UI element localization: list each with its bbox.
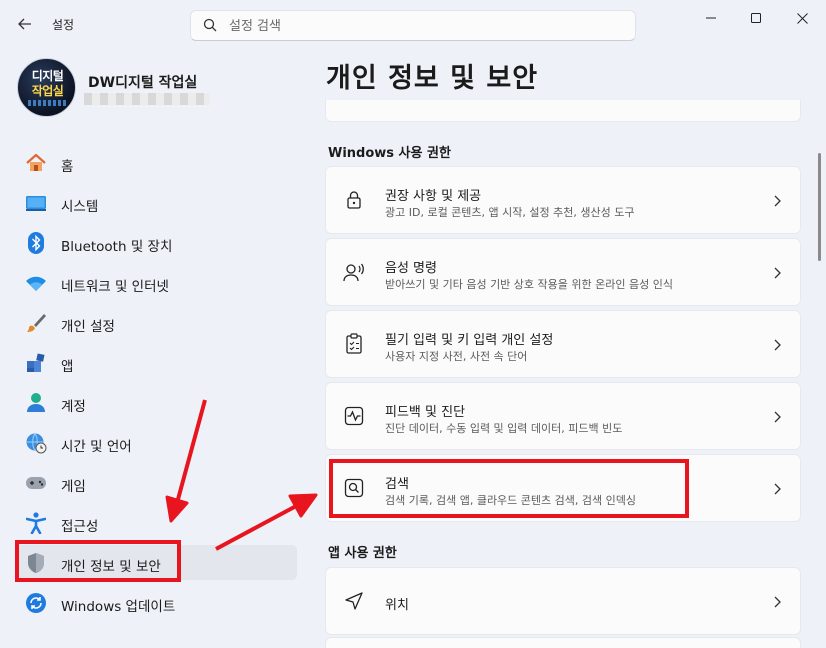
annotation-highlight-box	[15, 540, 181, 582]
profile-name: DW디지털 작업실	[88, 75, 198, 91]
back-button[interactable]	[10, 10, 40, 38]
arrow-left-icon	[18, 18, 31, 30]
brush-icon	[25, 312, 47, 334]
accessibility-icon	[25, 512, 47, 534]
card-title: 권장 사항 및 제공	[385, 189, 482, 204]
sidebar-item-system[interactable]: 시스템	[16, 185, 297, 220]
search-input[interactable]	[229, 16, 619, 36]
maximize-icon	[751, 13, 761, 23]
chevron-right-icon	[774, 267, 781, 279]
scrollbar-thumb[interactable]	[818, 153, 821, 261]
home-icon	[25, 152, 47, 174]
sidebar-item-bluetooth[interactable]: Bluetooth 및 장치	[16, 225, 297, 260]
search-icon	[203, 18, 217, 32]
avatar[interactable]: 디지털 작업실	[17, 58, 76, 117]
lock-icon	[343, 189, 365, 211]
profile-email-redacted	[84, 93, 210, 105]
sidebar-item-apps[interactable]: 앱	[16, 345, 297, 380]
close-icon	[796, 12, 808, 24]
settings-item-speech[interactable]: 음성 명령 받아쓰기 및 기타 음성 기반 상호 작용을 위한 온라인 음성 인…	[325, 238, 801, 306]
sidebar-item-label: 홈	[61, 159, 74, 175]
sidebar-item-windows-update[interactable]: Windows 업데이트	[16, 585, 297, 620]
voice-icon	[343, 261, 365, 283]
settings-item-inking-typing[interactable]: 필기 입력 및 키 입력 개인 설정 사용자 지정 사전, 사전 속 단어	[325, 310, 801, 378]
monitor-icon	[25, 192, 47, 214]
sidebar-item-gaming[interactable]: 게임	[16, 465, 297, 500]
sidebar-item-label: 네트워크 및 인터넷	[61, 279, 169, 295]
avatar-decoration	[28, 100, 67, 106]
sidebar-item-time-language[interactable]: 시간 및 언어	[16, 425, 297, 460]
sidebar-item-label: 계정	[61, 399, 86, 415]
globe-clock-icon	[25, 432, 47, 454]
sidebar-item-accounts[interactable]: 계정	[16, 385, 297, 420]
gamepad-icon	[25, 472, 47, 494]
clipboard-icon	[343, 333, 365, 355]
sidebar-item-home[interactable]: 홈	[16, 145, 297, 180]
title-bar: 설정	[0, 0, 826, 48]
minimize-button[interactable]	[688, 4, 734, 32]
sidebar-item-label: 시간 및 언어	[61, 439, 132, 455]
sidebar-item-label: 접근성	[61, 519, 99, 535]
card-description: 받아쓰기 및 기타 음성 기반 상호 작용을 위한 온라인 음성 인식	[385, 278, 673, 291]
location-icon	[343, 590, 365, 612]
settings-search-box[interactable]	[190, 10, 636, 41]
sidebar-item-label: Bluetooth 및 장치	[61, 239, 173, 255]
card-title: 음성 명령	[385, 261, 437, 276]
close-button[interactable]	[779, 4, 825, 32]
settings-item-location[interactable]: 위치	[325, 567, 801, 635]
sidebar-item-accessibility[interactable]: 접근성	[16, 505, 297, 540]
sidebar-item-label: 앱	[61, 359, 74, 375]
wifi-icon	[25, 272, 47, 294]
card-title: 피드백 및 진단	[385, 405, 466, 420]
settings-item-recommendations[interactable]: 권장 사항 및 제공 광고 ID, 로컬 콘텐츠, 앱 시작, 설정 추천, 생…	[325, 166, 801, 234]
card-description: 사용자 지정 사전, 사전 속 단어	[385, 350, 528, 363]
app-title: 설정	[52, 18, 75, 32]
page-title: 개인 정보 및 보안	[326, 63, 539, 94]
annotation-highlight-box	[329, 459, 689, 518]
minimize-icon	[706, 17, 716, 19]
sidebar-item-label: Windows 업데이트	[61, 599, 176, 615]
card-title: 위치	[385, 598, 409, 613]
settings-card-partial[interactable]	[325, 637, 801, 648]
bluetooth-icon	[25, 232, 47, 254]
update-icon	[25, 592, 47, 614]
chevron-right-icon	[774, 596, 781, 608]
card-description: 진단 데이터, 수동 입력 및 입력 데이터, 피드백 빈도	[385, 422, 623, 435]
sidebar-item-personalization[interactable]: 개인 설정	[16, 305, 297, 340]
card-description: 광고 ID, 로컬 콘텐츠, 앱 시작, 설정 추천, 생산성 도구	[385, 206, 635, 219]
chevron-right-icon	[774, 483, 781, 495]
settings-item-diagnostics-feedback[interactable]: 피드백 및 진단 진단 데이터, 수동 입력 및 입력 데이터, 피드백 빈도	[325, 382, 801, 450]
chevron-right-icon	[774, 411, 781, 423]
sidebar-item-label: 게임	[61, 479, 86, 495]
settings-card-partial[interactable]	[325, 100, 801, 122]
sidebar-item-label: 개인 설정	[61, 319, 115, 335]
diagnostics-icon	[343, 405, 365, 427]
apps-icon	[25, 352, 47, 374]
card-title: 필기 입력 및 키 입력 개인 설정	[385, 333, 554, 348]
section-header-windows-permissions: Windows 사용 권한	[328, 146, 451, 161]
chevron-right-icon	[774, 339, 781, 351]
chevron-right-icon	[774, 195, 781, 207]
sidebar-item-network[interactable]: 네트워크 및 인터넷	[16, 265, 297, 300]
maximize-button[interactable]	[733, 4, 779, 32]
avatar-text-line2: 작업실	[31, 84, 64, 98]
section-header-app-permissions: 앱 사용 권한	[328, 546, 397, 561]
person-icon	[25, 392, 47, 414]
sidebar-item-label: 시스템	[61, 199, 99, 215]
